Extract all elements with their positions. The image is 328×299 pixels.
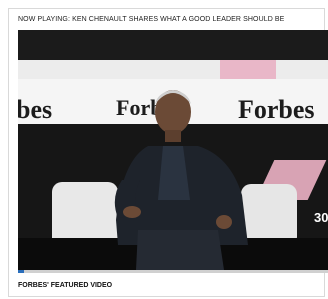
replay-30-icon[interactable]: 30: [314, 210, 328, 230]
featured-video-label: FORBES' FEATURED VIDEO: [18, 282, 113, 289]
video-progress-bar[interactable]: [18, 270, 328, 273]
speaker-figure: [114, 90, 248, 270]
now-playing-title: NOW PLAYING: KEN CHENAULT SHARES WHAT A …: [18, 16, 285, 23]
video-progress-fill: [18, 270, 25, 273]
replay-30-label: 30: [314, 210, 328, 225]
video-player[interactable]: bes Forbes Forbes 30: [18, 30, 328, 270]
